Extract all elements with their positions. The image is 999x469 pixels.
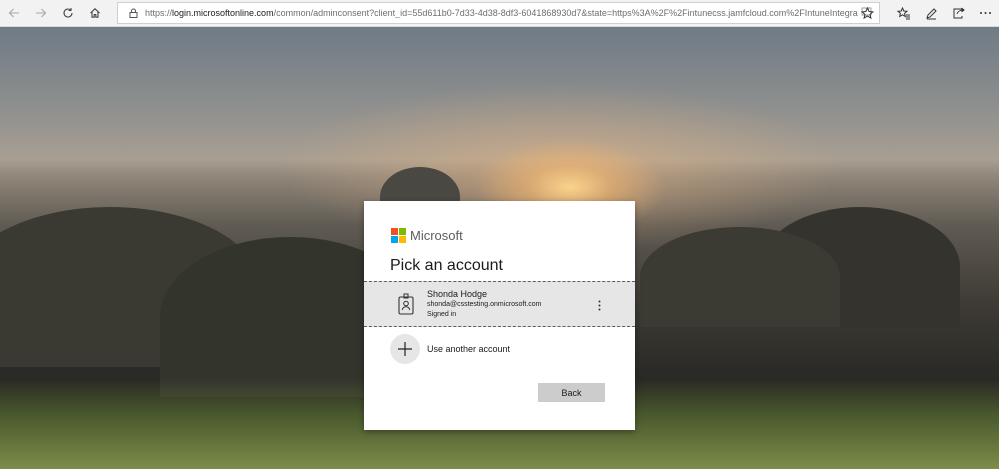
forward-arrow-icon[interactable] bbox=[30, 3, 52, 23]
use-another-account-label: Use another account bbox=[427, 344, 511, 354]
account-tile[interactable]: Shonda Hodge shonda@csstesting.onmicroso… bbox=[364, 281, 635, 327]
share-icon[interactable] bbox=[947, 3, 969, 23]
browser-toolbar: https://login.microsoftonline.com/common… bbox=[0, 0, 999, 27]
more-menu-icon[interactable] bbox=[974, 3, 996, 23]
favorite-star-icon[interactable] bbox=[856, 3, 878, 23]
back-button[interactable]: Back bbox=[538, 383, 605, 402]
use-another-account-option[interactable]: Use another account bbox=[390, 334, 510, 364]
home-icon[interactable] bbox=[84, 3, 106, 23]
account-picker-dialog: Microsoft Pick an account Shonda Hodge s… bbox=[364, 201, 635, 430]
microsoft-logo-icon bbox=[391, 228, 406, 243]
lock-icon bbox=[125, 8, 141, 18]
notes-pen-icon[interactable] bbox=[920, 3, 942, 23]
favorites-hub-icon[interactable] bbox=[893, 3, 915, 23]
url-text: https://login.microsoftonline.com/common… bbox=[145, 8, 858, 18]
account-name: Shonda Hodge bbox=[427, 289, 488, 299]
refresh-icon[interactable] bbox=[57, 3, 79, 23]
microsoft-logo: Microsoft bbox=[391, 228, 463, 243]
brand-name: Microsoft bbox=[410, 228, 463, 243]
user-badge-icon bbox=[393, 290, 419, 318]
dialog-title: Pick an account bbox=[390, 257, 503, 274]
hill bbox=[640, 227, 840, 327]
account-email: shonda@csstesting.onmicrosoft.com bbox=[427, 301, 542, 308]
account-options-icon[interactable] bbox=[592, 296, 606, 314]
address-bar[interactable]: https://login.microsoftonline.com/common… bbox=[117, 2, 880, 24]
plus-icon bbox=[390, 334, 420, 364]
back-arrow-icon[interactable] bbox=[3, 3, 25, 23]
account-status: Signed in bbox=[427, 311, 457, 318]
